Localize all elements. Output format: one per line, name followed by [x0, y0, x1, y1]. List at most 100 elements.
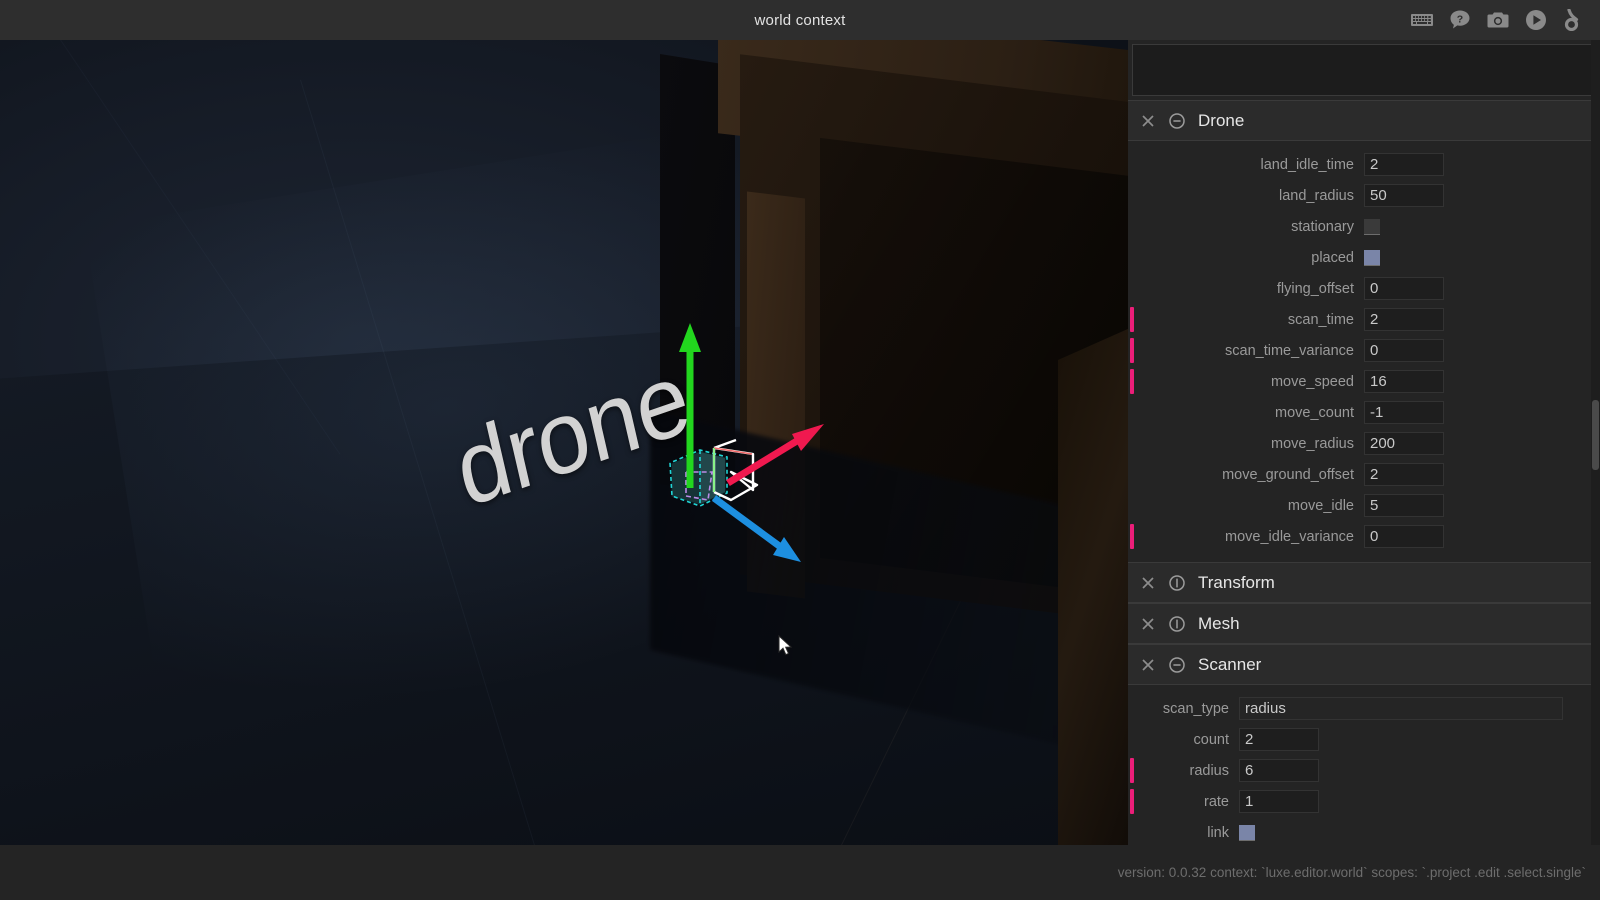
- property-row: scan_time_variance 0: [1128, 335, 1600, 366]
- property-label: rate: [1204, 793, 1229, 810]
- property-modified-marker: [1130, 524, 1134, 549]
- section-header-drone[interactable]: Drone: [1128, 100, 1600, 141]
- property-label: radius: [1189, 762, 1230, 779]
- titlebar-icon-group: ?: [1410, 0, 1586, 40]
- status-text: version: 0.0.32 context: `luxe.editor.wo…: [1117, 865, 1586, 880]
- property-label: link: [1207, 824, 1229, 841]
- property-row: radius 6: [1128, 755, 1600, 786]
- inspector-section-mesh: Mesh: [1128, 603, 1600, 644]
- property-label: move_radius: [1270, 435, 1354, 452]
- section-title: Transform: [1198, 572, 1275, 592]
- minus-circle-icon[interactable]: [1168, 112, 1186, 130]
- window-title: world context: [754, 11, 846, 29]
- property-label: move_speed: [1270, 373, 1354, 390]
- scrollbar-thumb[interactable]: [1592, 400, 1599, 470]
- property-label: placed: [1311, 249, 1354, 266]
- input-scan_time[interactable]: 2: [1364, 308, 1444, 331]
- property-row: move_speed 16: [1128, 366, 1600, 397]
- input-move_speed[interactable]: 16: [1364, 370, 1444, 393]
- help-icon[interactable]: ?: [1448, 8, 1472, 32]
- property-modified-marker: [1130, 789, 1134, 814]
- transform-gizmo[interactable]: [0, 40, 1128, 845]
- checkbox-placed[interactable]: [1364, 249, 1380, 266]
- editor-window: world context ? drone Drone land_idle_ti…: [0, 0, 1600, 900]
- property-label: move_ground_offset: [1222, 466, 1354, 483]
- property-label: move_count: [1275, 404, 1354, 421]
- section-title: Scanner: [1198, 654, 1262, 674]
- checkbox-link[interactable]: [1239, 824, 1255, 841]
- property-row: move_count -1: [1128, 397, 1600, 428]
- property-row: move_idle_variance 0: [1128, 521, 1600, 552]
- svg-text:?: ?: [1457, 13, 1463, 25]
- input-move_idle[interactable]: 5: [1364, 494, 1444, 517]
- property-row: rate 1: [1128, 786, 1600, 817]
- property-row: scan_time 2: [1128, 304, 1600, 335]
- property-label: scan_time_variance: [1225, 342, 1354, 359]
- section-header-scanner[interactable]: Scanner: [1128, 644, 1600, 685]
- property-label: scan_type: [1162, 700, 1229, 717]
- property-row: move_radius 200: [1128, 428, 1600, 459]
- input-move_ground_offset[interactable]: 2: [1364, 463, 1444, 486]
- inspector-section-scanner: Scanner scan_type radius count 2 radius 6 rate 1…: [1128, 644, 1600, 845]
- inspector-scrollbar[interactable]: [1591, 40, 1600, 845]
- property-row: move_ground_offset 2: [1128, 459, 1600, 490]
- section-title: Drone: [1198, 110, 1245, 130]
- property-label: stationary: [1291, 218, 1354, 235]
- keyboard-icon[interactable]: [1410, 8, 1434, 32]
- input-land_radius[interactable]: 50: [1364, 184, 1444, 207]
- input-land_idle_time[interactable]: 2: [1364, 153, 1444, 176]
- luxe-logo-icon[interactable]: [1562, 8, 1586, 32]
- close-icon[interactable]: [1140, 657, 1156, 673]
- inspector-section-transform: Transform: [1128, 562, 1600, 603]
- info-circle-icon[interactable]: [1168, 615, 1186, 633]
- input-move_idle_variance[interactable]: 0: [1364, 525, 1444, 548]
- property-row: flying_offset 0: [1128, 273, 1600, 304]
- input-rate[interactable]: 1: [1239, 790, 1319, 813]
- inspector-section-drone: Drone land_idle_time 2 land_radius 50 station…: [1128, 100, 1600, 562]
- property-row: count 2: [1128, 724, 1600, 755]
- section-title: Mesh: [1198, 613, 1240, 633]
- property-row: scan_type radius: [1128, 693, 1600, 724]
- section-header-transform[interactable]: Transform: [1128, 562, 1600, 603]
- inspector-sections: Drone land_idle_time 2 land_radius 50 station…: [1128, 100, 1600, 845]
- property-modified-marker: [1130, 369, 1134, 394]
- minus-circle-icon[interactable]: [1168, 656, 1186, 674]
- title-bar: world context ?: [0, 0, 1600, 40]
- input-move_count[interactable]: -1: [1364, 401, 1444, 424]
- inspector-search-box[interactable]: [1132, 44, 1592, 96]
- property-label: count: [1193, 731, 1229, 748]
- checkbox-stationary[interactable]: [1364, 218, 1380, 235]
- property-row: land_idle_time 2: [1128, 149, 1600, 180]
- input-scan_time_variance[interactable]: 0: [1364, 339, 1444, 362]
- property-row: placed: [1128, 242, 1600, 273]
- info-circle-icon[interactable]: [1168, 574, 1186, 592]
- input-radius[interactable]: 6: [1239, 759, 1319, 782]
- property-label: flying_offset: [1276, 280, 1354, 297]
- close-icon[interactable]: [1140, 575, 1156, 591]
- input-move_radius[interactable]: 200: [1364, 432, 1444, 455]
- input-scan_type[interactable]: radius: [1239, 697, 1563, 720]
- inspector-panel: Drone land_idle_time 2 land_radius 50 station…: [1128, 40, 1600, 845]
- property-modified-marker: [1130, 338, 1134, 363]
- property-modified-marker: [1130, 307, 1134, 332]
- property-label: land_idle_time: [1260, 156, 1354, 173]
- close-icon[interactable]: [1140, 113, 1156, 129]
- section-header-mesh[interactable]: Mesh: [1128, 603, 1600, 644]
- property-row: link: [1128, 817, 1600, 845]
- input-flying_offset[interactable]: 0: [1364, 277, 1444, 300]
- property-row: land_radius 50: [1128, 180, 1600, 211]
- viewport-3d[interactable]: drone: [0, 40, 1128, 845]
- property-modified-marker: [1130, 758, 1134, 783]
- property-row: stationary: [1128, 211, 1600, 242]
- close-icon[interactable]: [1140, 616, 1156, 632]
- section-body-scanner: scan_type radius count 2 radius 6 rate 1 link: [1128, 685, 1600, 845]
- camera-icon[interactable]: [1486, 8, 1510, 32]
- search-input[interactable]: [1133, 45, 1591, 95]
- gizmo-axis-z[interactable]: [711, 495, 801, 562]
- property-label: move_idle: [1287, 497, 1354, 514]
- play-icon[interactable]: [1524, 8, 1548, 32]
- input-count[interactable]: 2: [1239, 728, 1319, 751]
- property-label: move_idle_variance: [1225, 528, 1354, 545]
- property-label: land_radius: [1279, 187, 1354, 204]
- section-body-drone: land_idle_time 2 land_radius 50 stationary pl…: [1128, 141, 1600, 562]
